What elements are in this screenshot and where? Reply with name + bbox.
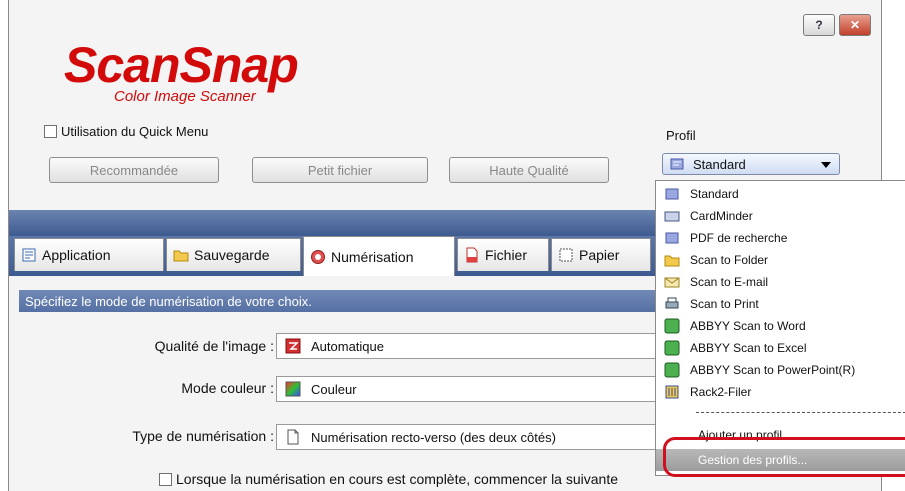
scan-type-select[interactable]: Numérisation recto-verso (des deux côtés… [276,424,674,450]
menu-item-abbyy-word[interactable]: ABBYY Scan to Word [656,315,905,337]
menu-item-pdf-search[interactable]: PDF de recherche [656,227,905,249]
menu-item-label: Scan to Folder [690,253,769,267]
tab-paper[interactable]: Papier [551,238,651,271]
menu-item-label: PDF de recherche [690,231,788,245]
scan-type-label: Type de numérisation : [132,428,274,444]
menu-item-scan-to-folder[interactable]: Scan to Folder [656,249,905,271]
recommended-button[interactable]: Recommandée [49,157,219,183]
folder-icon [173,250,189,262]
abbyy-icon [664,318,680,334]
scansnap-logo: ScanSnap Color Image Scanner [64,37,299,105]
close-button[interactable]: ✕ [839,14,871,36]
rack-icon [665,385,679,399]
menu-item-standard[interactable]: Standard [656,183,905,205]
menu-item-scan-to-email[interactable]: Scan to E-mail [656,271,905,293]
printer-icon [665,297,679,309]
title-buttons: ? ✕ [803,14,871,36]
small-file-button[interactable]: Petit fichier [252,157,428,183]
color-icon [285,381,301,397]
quick-menu-label: Utilisation du Quick Menu [61,124,209,139]
continue-scan-label: Lorsque la numérisation en cours est com… [176,471,618,487]
profile-dropdown-menu: Standard CardMinder PDF de recherche Sca… [655,180,905,476]
menu-item-label: ABBYY Scan to Word [690,319,806,333]
quality-value: Automatique [311,338,384,354]
email-icon [664,277,680,288]
tab-label: Sauvegarde [194,247,270,263]
tab-application[interactable]: Application [14,238,164,271]
paper-icon [559,248,573,262]
menu-item-abbyy-excel[interactable]: ABBYY Scan to Excel [656,337,905,359]
menu-item-label: Scan to Print [690,297,759,311]
logo-title: ScanSnap [64,37,299,93]
menu-item-rack2-filer[interactable]: Rack2-Filer [656,381,905,403]
profile-selected-value: Standard [693,156,746,172]
continue-scan-option[interactable]: Lorsque la numérisation en cours est com… [159,471,618,487]
quality-icon [285,338,301,354]
menu-item-label: Standard [690,187,739,201]
tab-label: Papier [579,247,620,263]
panel-header: Spécifiez le mode de numérisation de vot… [19,290,673,312]
tab-label: Fichier [485,247,528,263]
menu-item-scan-to-print[interactable]: Scan to Print [656,293,905,315]
color-mode-select[interactable]: Couleur [276,376,674,402]
menu-item-abbyy-powerpoint[interactable]: ABBYY Scan to PowerPoint(R) [656,359,905,381]
tab-scanning[interactable]: Numérisation [303,236,455,276]
tab-label: Application [42,247,111,263]
tab-file[interactable]: Fichier [457,238,549,271]
folder-icon [664,255,680,267]
profile-icon [665,232,679,244]
application-icon [22,248,36,262]
abbyy-icon [664,340,680,356]
color-mode-label: Mode couleur : [181,380,274,396]
menu-item-label: ABBYY Scan to Excel [690,341,807,355]
menu-separator [696,412,905,413]
quick-menu-option[interactable]: Utilisation du Quick Menu [44,124,208,139]
file-icon [466,247,478,263]
tab-label: Numérisation [331,248,414,265]
scan-icon [311,249,325,264]
profile-icon [665,188,679,200]
profile-dropdown[interactable]: Standard [662,153,840,175]
menu-item-label: CardMinder [690,209,753,223]
quick-menu-checkbox[interactable] [44,125,57,138]
profile-icon [670,158,684,170]
high-quality-button[interactable]: Haute Qualité [449,157,609,183]
help-button[interactable]: ? [803,14,835,36]
quality-label: Qualité de l'image : [154,338,274,354]
menu-item-label: Scan to E-mail [690,275,769,289]
scan-type-value: Numérisation recto-verso (des deux côtés… [311,429,556,445]
continue-scan-checkbox[interactable] [159,472,172,486]
menu-item-label: ABBYY Scan to PowerPoint(R) [690,363,856,377]
menu-item-label: Rack2-Filer [690,385,752,399]
document-icon [287,429,299,445]
highlight-annotation [663,437,905,477]
abbyy-icon [664,362,680,378]
menu-item-cardminder[interactable]: CardMinder [656,205,905,227]
profile-label: Profil [666,128,696,143]
color-mode-value: Couleur [311,381,357,397]
quality-select[interactable]: Automatique [276,333,674,359]
card-icon [664,211,680,222]
chevron-down-icon [821,162,831,168]
tab-save[interactable]: Sauvegarde [166,238,301,271]
